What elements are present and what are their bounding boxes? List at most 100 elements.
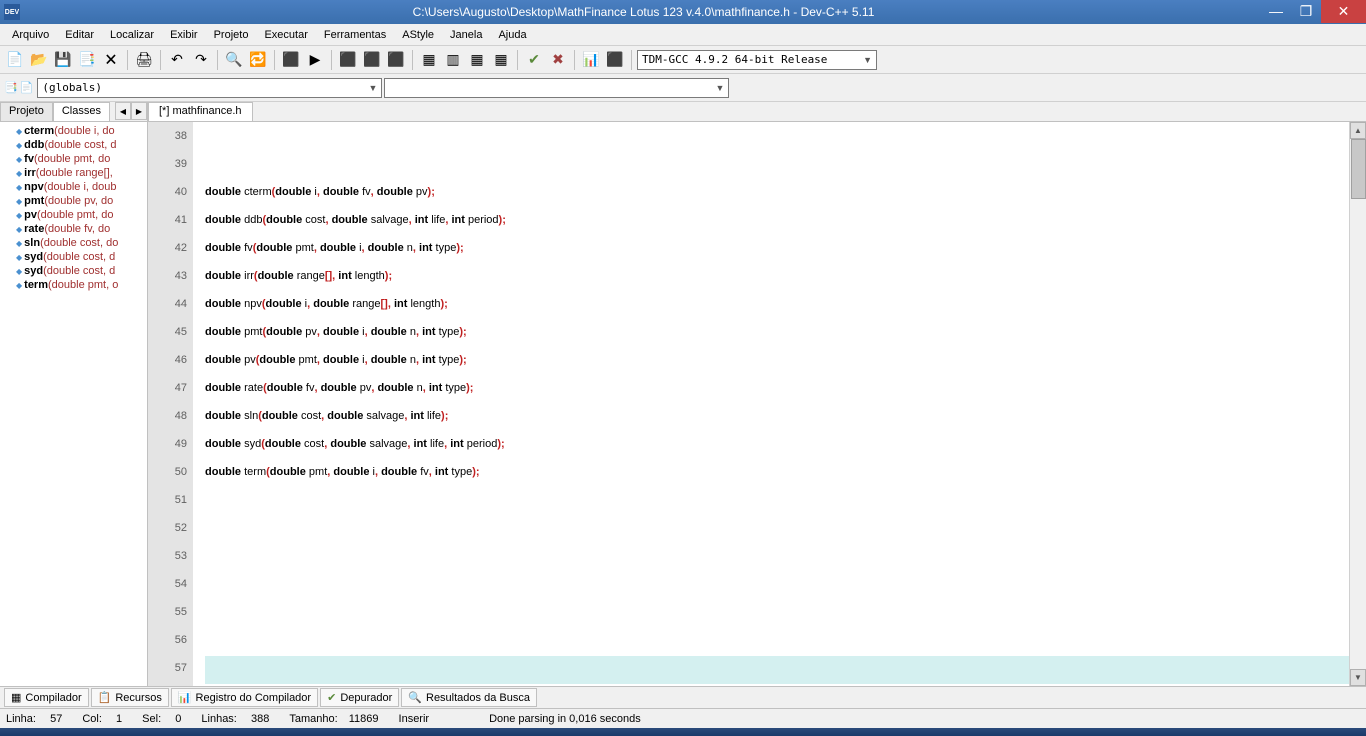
open-file-button[interactable]: 📂	[28, 49, 50, 71]
separator	[412, 50, 413, 70]
class-tree[interactable]: ◆ cterm (double i, do◆ ddb (double cost,…	[0, 122, 147, 686]
separator	[274, 50, 275, 70]
resources-icon: 📋	[98, 691, 112, 704]
status-line: Linha: 57	[6, 713, 62, 725]
tab-projeto[interactable]: Projeto	[0, 102, 53, 121]
compile-button[interactable]: ⬛	[280, 49, 302, 71]
profile-button[interactable]: 📊	[580, 49, 602, 71]
close-file-button[interactable]: 🗙	[100, 49, 122, 71]
menu-arquivo[interactable]: Arquivo	[4, 26, 57, 44]
print-button[interactable]: 🖨	[133, 49, 155, 71]
new-file-button[interactable]: 📄	[4, 49, 26, 71]
os-taskbar	[0, 728, 1366, 736]
tree-item-syd[interactable]: ◆ syd (double cost, d	[0, 264, 147, 278]
goto-button[interactable]: ⬛	[604, 49, 626, 71]
scope-combo[interactable]: (globals) ▼	[37, 78, 382, 98]
nav-prev-button[interactable]: ◀	[115, 102, 131, 120]
layout1-button[interactable]: ▦	[418, 49, 440, 71]
function-icon: ◆	[16, 197, 22, 206]
tree-item-ddb[interactable]: ◆ ddb (double cost, d	[0, 138, 147, 152]
rebuild-button[interactable]: ⬛	[361, 49, 383, 71]
menu-janela[interactable]: Janela	[442, 26, 490, 44]
redo-button[interactable]: ↷	[190, 49, 212, 71]
editor-tab-mathfinance[interactable]: [*] mathfinance.h	[148, 102, 253, 121]
undo-button[interactable]: ↶	[166, 49, 188, 71]
menu-localizar[interactable]: Localizar	[102, 26, 162, 44]
nav-next-button[interactable]: ▶	[131, 102, 147, 120]
tab-registro[interactable]: 📊Registro do Compilador	[171, 688, 318, 707]
vertical-scrollbar[interactable]: ▲ ▼	[1349, 122, 1366, 686]
close-button[interactable]: ✕	[1321, 0, 1366, 23]
function-icon: ◆	[16, 239, 22, 248]
tab-recursos[interactable]: 📋Recursos	[91, 688, 169, 707]
chevron-down-icon: ▼	[715, 83, 724, 93]
window-title: C:\Users\Augusto\Desktop\MathFinance Lot…	[26, 5, 1261, 19]
status-lines: Linhas: 388	[201, 713, 269, 725]
menu-projeto[interactable]: Projeto	[206, 26, 257, 44]
editor-area: [*] mathfinance.h 3839404142434445464748…	[148, 102, 1366, 686]
menu-executar[interactable]: Executar	[256, 26, 315, 44]
check-button[interactable]: ✔	[523, 49, 545, 71]
tab-depurador[interactable]: ✔Depurador	[320, 688, 399, 707]
tree-item-fv[interactable]: ◆ fv (double pmt, do	[0, 152, 147, 166]
function-icon: ◆	[16, 169, 22, 178]
cancel-button[interactable]: ✖	[547, 49, 569, 71]
compile-run-button[interactable]: ⬛	[337, 49, 359, 71]
maximize-button[interactable]: ❐	[1291, 1, 1321, 21]
layout4-button[interactable]: ▦	[490, 49, 512, 71]
grid-icon: ▦	[11, 691, 21, 704]
tree-item-pv[interactable]: ◆ pv (double pmt, do	[0, 208, 147, 222]
line-number-gutter: 3839404142434445464748495051525354555657	[148, 122, 193, 686]
tree-item-syd[interactable]: ◆ syd (double cost, d	[0, 250, 147, 264]
menu-ajuda[interactable]: Ajuda	[490, 26, 534, 44]
debug-button[interactable]: ⬛	[385, 49, 407, 71]
minimize-button[interactable]: —	[1261, 1, 1291, 21]
layout2-button[interactable]: ▥	[442, 49, 464, 71]
tree-item-term[interactable]: ◆ term (double pmt, o	[0, 278, 147, 292]
menubar: Arquivo Editar Localizar Exibir Projeto …	[0, 24, 1366, 46]
code-area[interactable]: 3839404142434445464748495051525354555657…	[148, 122, 1366, 686]
statusbar: Linha: 57 Col: 1 Sel: 0 Linhas: 388 Tama…	[0, 708, 1366, 728]
scroll-up-button[interactable]: ▲	[1350, 122, 1366, 139]
tree-item-cterm[interactable]: ◆ cterm (double i, do	[0, 124, 147, 138]
titlebar: DEV C:\Users\Augusto\Desktop\MathFinance…	[0, 0, 1366, 24]
toolbar-scope: 📑 📄 (globals) ▼ ▼	[0, 74, 1366, 102]
function-icon: ◆	[16, 211, 22, 220]
menu-ferramentas[interactable]: Ferramentas	[316, 26, 394, 44]
tree-item-npv[interactable]: ◆ npv (double i, doub	[0, 180, 147, 194]
save-all-button[interactable]: 📑	[76, 49, 98, 71]
main-area: Projeto Classes ◀ ▶ ◆ cterm (double i, d…	[0, 102, 1366, 686]
separator	[160, 50, 161, 70]
replace-button[interactable]: 🔁	[247, 49, 269, 71]
status-parse: Done parsing in 0,016 seconds	[489, 713, 641, 725]
menu-exibir[interactable]: Exibir	[162, 26, 206, 44]
scroll-down-button[interactable]: ▼	[1350, 669, 1366, 686]
tree-item-rate[interactable]: ◆ rate (double fv, do	[0, 222, 147, 236]
editor-tabs: [*] mathfinance.h	[148, 102, 1366, 122]
member-combo[interactable]: ▼	[384, 78, 729, 98]
goto-source-button[interactable]: 📄	[20, 81, 34, 94]
tab-classes[interactable]: Classes	[53, 102, 110, 121]
chevron-down-icon: ▼	[863, 55, 872, 65]
menu-astyle[interactable]: AStyle	[394, 26, 442, 44]
separator	[631, 50, 632, 70]
run-button[interactable]: ▶	[304, 49, 326, 71]
find-button[interactable]: 🔍	[223, 49, 245, 71]
separator	[217, 50, 218, 70]
layout3-button[interactable]: ▦	[466, 49, 488, 71]
tab-compilador[interactable]: ▦Compilador	[4, 688, 89, 707]
compiler-combo[interactable]: TDM-GCC 4.9.2 64-bit Release ▼	[637, 50, 877, 70]
function-icon: ◆	[16, 267, 22, 276]
code-content[interactable]: double cterm(double i, double fv, double…	[193, 122, 1349, 686]
save-button[interactable]: 💾	[52, 49, 74, 71]
chevron-down-icon: ▼	[368, 83, 377, 93]
tab-resultados[interactable]: 🔍Resultados da Busca	[401, 688, 537, 707]
goto-header-button[interactable]: 📑	[4, 81, 18, 94]
left-panel: Projeto Classes ◀ ▶ ◆ cterm (double i, d…	[0, 102, 148, 686]
tree-item-irr[interactable]: ◆ irr (double range[],	[0, 166, 147, 180]
tree-item-pmt[interactable]: ◆ pmt (double pv, do	[0, 194, 147, 208]
check-icon: ✔	[327, 691, 336, 704]
scroll-thumb[interactable]	[1351, 139, 1366, 199]
menu-editar[interactable]: Editar	[57, 26, 102, 44]
tree-item-sln[interactable]: ◆ sln (double cost, do	[0, 236, 147, 250]
